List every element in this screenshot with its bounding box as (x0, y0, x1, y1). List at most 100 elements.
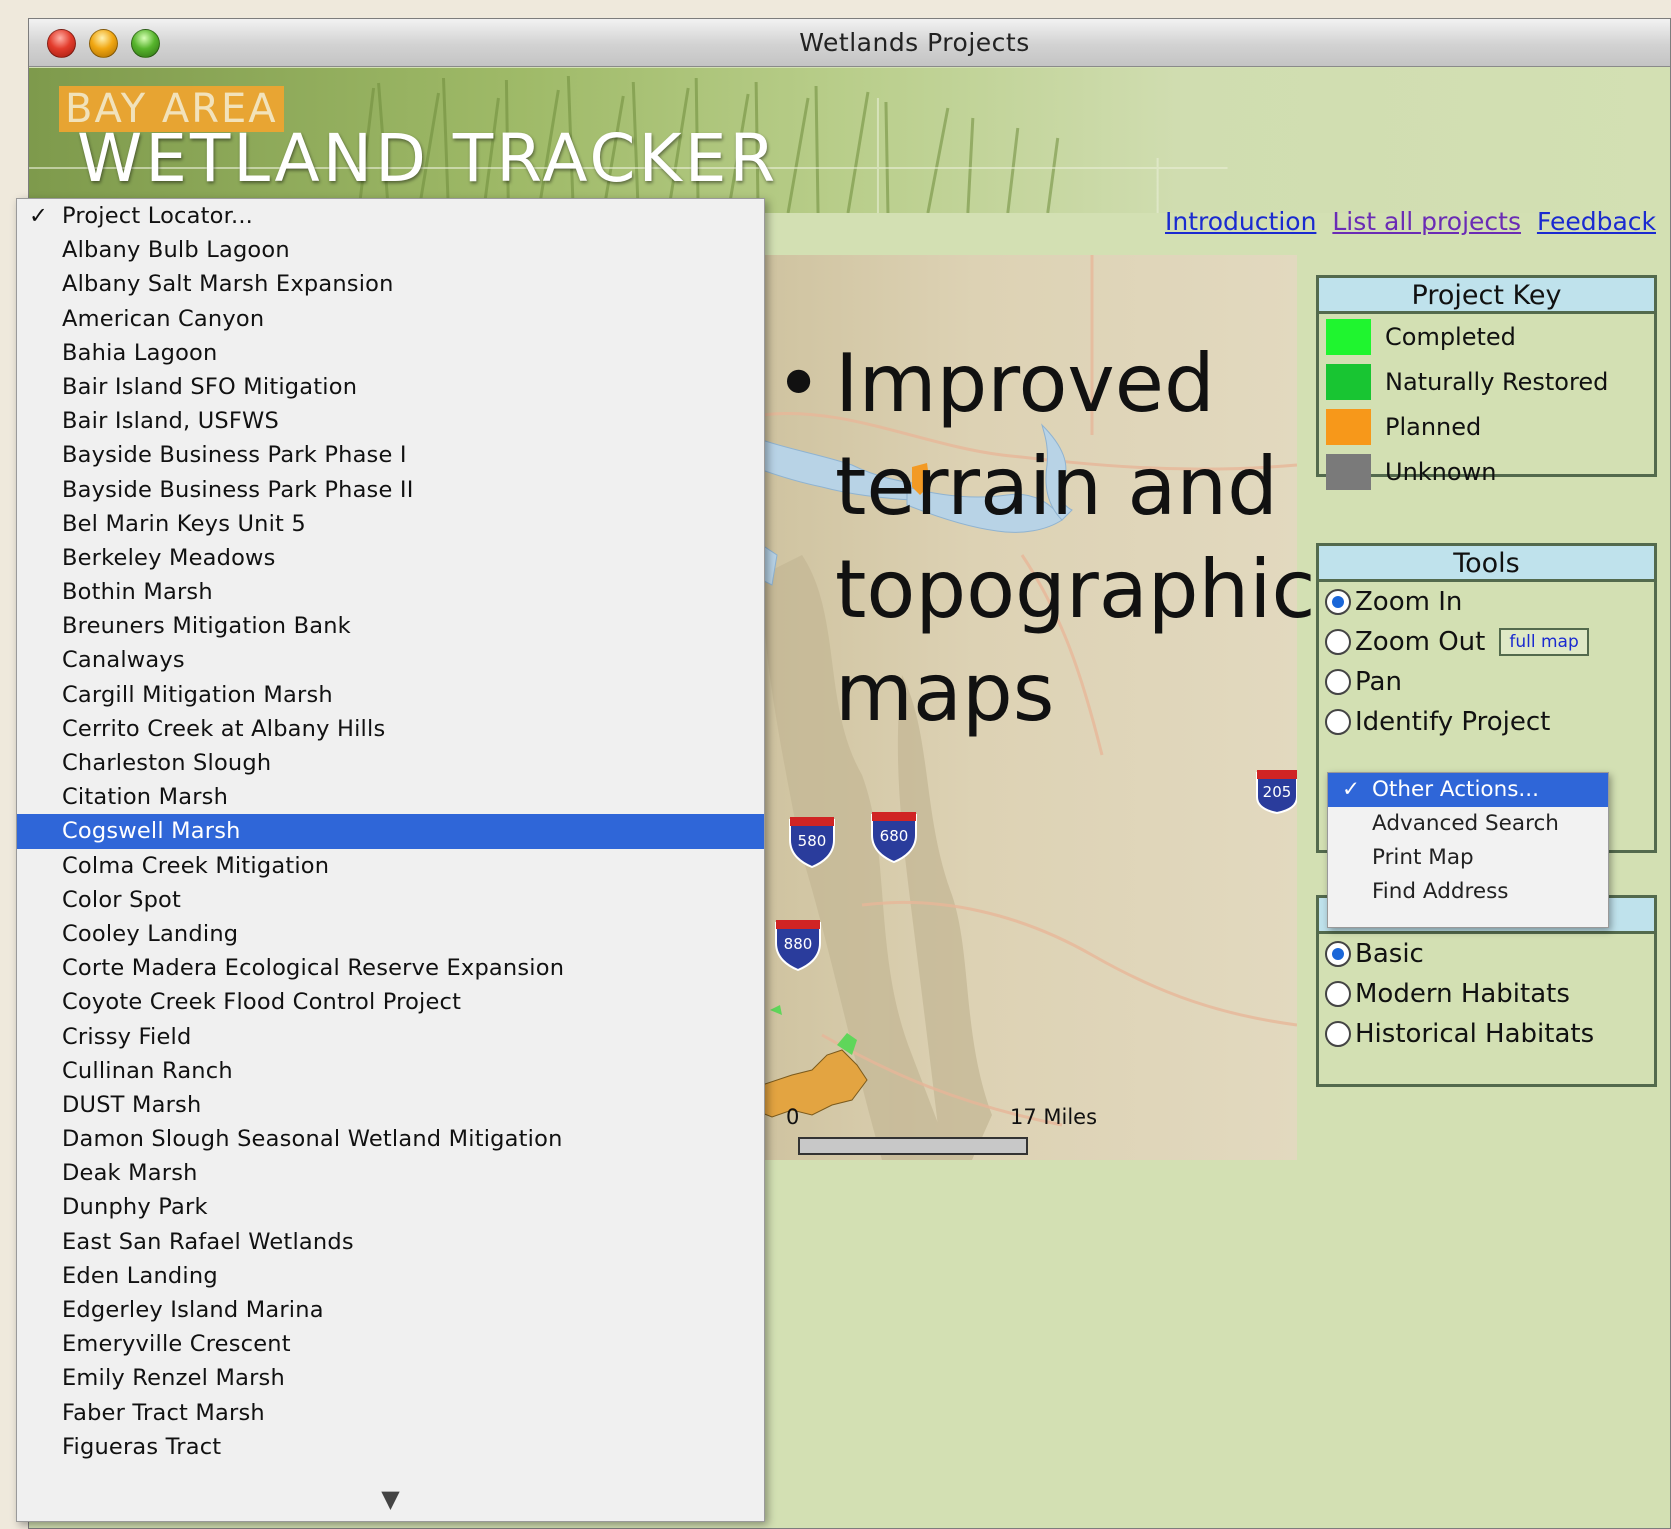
project-option[interactable]: Coyote Creek Flood Control Project (17, 985, 764, 1019)
project-option[interactable]: Charleston Slough (17, 746, 764, 780)
project-option[interactable]: Bair Island SFO Mitigation (17, 370, 764, 404)
project-option[interactable]: Breuners Mitigation Bank (17, 609, 764, 643)
swatch-naturally-restored (1326, 363, 1371, 400)
tool-pan[interactable]: Pan (1319, 662, 1654, 702)
project-option-label: Bayside Business Park Phase I (62, 442, 407, 469)
project-option[interactable]: Emeryville Crescent (17, 1327, 764, 1361)
project-option-label: Breuners Mitigation Bank (62, 613, 351, 640)
project-option[interactable]: ✓ Project Locator... (17, 199, 764, 233)
swatch-completed (1326, 318, 1371, 355)
project-option[interactable]: Bayside Business Park Phase I (17, 438, 764, 472)
project-option[interactable]: East San Rafael Wetlands (17, 1225, 764, 1259)
tool-label: Zoom In (1355, 587, 1463, 617)
project-option-label: American Canyon (62, 305, 265, 332)
menu-item-find-address[interactable]: Find Address (1328, 875, 1608, 909)
project-locator-dropdown[interactable]: ✓ Project Locator... Albany Bulb Lagoon Alb… (16, 198, 765, 1522)
project-option[interactable]: Cullinan Ranch (17, 1054, 764, 1088)
project-option-label: Cooley Landing (62, 920, 239, 947)
project-option[interactable]: Emily Renzel Marsh (17, 1361, 764, 1395)
project-option[interactable]: Berkeley Meadows (17, 541, 764, 575)
menu-item-advanced-search[interactable]: Advanced Search (1328, 807, 1608, 841)
project-option[interactable]: Cargill Mitigation Marsh (17, 678, 764, 712)
project-option[interactable]: Faber Tract Marsh (17, 1396, 764, 1430)
project-option-label: Coyote Creek Flood Control Project (62, 989, 462, 1016)
project-option[interactable]: Bayside Business Park Phase II (17, 473, 764, 507)
project-option-label: Cogswell Marsh (62, 818, 241, 845)
project-option[interactable]: Citation Marsh (17, 780, 764, 814)
key-label: Planned (1385, 412, 1482, 441)
project-option[interactable]: Canalways (17, 643, 764, 677)
introduction-link[interactable]: Introduction (1165, 207, 1316, 236)
project-option[interactable]: Bair Island, USFWS (17, 404, 764, 438)
map-type-basic[interactable]: Basic (1319, 934, 1654, 974)
project-option-label: Emily Renzel Marsh (62, 1365, 285, 1392)
project-option[interactable]: Color Spot (17, 883, 764, 917)
tool-zoom-in[interactable]: Zoom In (1319, 582, 1654, 622)
menu-item-label: Advanced Search (1372, 811, 1559, 836)
project-option-label: Colma Creek Mitigation (62, 852, 330, 879)
project-option[interactable]: Damon Slough Seasonal Wetland Mitigation (17, 1122, 764, 1156)
project-option[interactable]: Edgerley Island Marina (17, 1293, 764, 1327)
other-actions-menu[interactable]: ✓ Other Actions... Advanced Search Print… (1327, 772, 1609, 928)
tool-identify-project[interactable]: Identify Project (1319, 702, 1654, 742)
project-option[interactable]: Corte Madera Ecological Reserve Expansio… (17, 951, 764, 985)
menu-item-print-map[interactable]: Print Map (1328, 841, 1608, 875)
project-option[interactable]: Colma Creek Mitigation (17, 849, 764, 883)
tool-label: Identify Project (1355, 707, 1551, 737)
project-option-label: Citation Marsh (62, 784, 229, 811)
radio-button[interactable] (1325, 629, 1351, 655)
project-option[interactable]: Crissy Field (17, 1020, 764, 1054)
project-option[interactable]: Cerrito Creek at Albany Hills (17, 712, 764, 746)
radio-button[interactable] (1325, 709, 1351, 735)
check-icon: ✓ (1342, 777, 1361, 802)
radio-button[interactable] (1325, 669, 1351, 695)
full-map-button[interactable]: full map (1499, 628, 1589, 656)
project-option[interactable]: Cooley Landing (17, 917, 764, 951)
menu-item-other-actions[interactable]: ✓ Other Actions... (1328, 773, 1608, 807)
map-type-modern-habitats[interactable]: Modern Habitats (1319, 974, 1654, 1014)
check-icon: ✓ (29, 203, 49, 229)
project-option[interactable]: Albany Salt Marsh Expansion (17, 267, 764, 301)
radio-button[interactable] (1325, 941, 1351, 967)
project-locator-list[interactable]: ✓ Project Locator... Albany Bulb Lagoon Alb… (17, 199, 764, 1464)
project-option-label: Eden Landing (62, 1262, 218, 1289)
project-option[interactable]: Albany Bulb Lagoon (17, 233, 764, 267)
project-option[interactable]: Cogswell Marsh (17, 814, 764, 849)
swatch-planned (1326, 408, 1371, 445)
project-option[interactable]: Bothin Marsh (17, 575, 764, 609)
bullet-text: Improved terrain and topographic maps (835, 337, 1316, 739)
project-option-label: DUST Marsh (62, 1091, 202, 1118)
tool-label: Zoom Out (1355, 627, 1486, 657)
radio-button[interactable] (1325, 981, 1351, 1007)
site-banner: BAY AREA WETLAND TRACKER (29, 68, 1670, 213)
menu-item-label: Other Actions... (1372, 777, 1539, 802)
project-option-label: Dunphy Park (62, 1194, 208, 1221)
shield-label-680: 680 (880, 827, 909, 845)
tool-zoom-out[interactable]: Zoom Out full map (1319, 622, 1654, 662)
list-all-projects-link[interactable]: List all projects (1332, 207, 1521, 236)
map-type-label: Historical Habitats (1355, 1019, 1595, 1049)
project-option[interactable]: Bel Marin Keys Unit 5 (17, 507, 764, 541)
window-title: Wetlands Projects (799, 28, 1030, 57)
map-type-historical-habitats[interactable]: Historical Habitats (1319, 1014, 1654, 1054)
project-option-label: Crissy Field (62, 1023, 192, 1050)
project-option[interactable]: Deak Marsh (17, 1156, 764, 1190)
bullet-dot: • (775, 337, 823, 430)
radio-button[interactable] (1325, 589, 1351, 615)
key-row-planned: Planned (1319, 404, 1654, 449)
scale-bar (798, 1137, 1028, 1155)
project-option[interactable]: Figueras Tract (17, 1430, 764, 1464)
radio-button[interactable] (1325, 1021, 1351, 1047)
project-option[interactable]: American Canyon (17, 302, 764, 336)
scale-end-label: 17 Miles (1010, 1105, 1098, 1129)
project-option[interactable]: Bahia Lagoon (17, 336, 764, 370)
project-option[interactable]: Eden Landing (17, 1259, 764, 1293)
feedback-link[interactable]: Feedback (1537, 207, 1656, 236)
project-option[interactable]: DUST Marsh (17, 1088, 764, 1122)
tool-label: Pan (1355, 667, 1402, 697)
project-option-label: Cargill Mitigation Marsh (62, 681, 333, 708)
project-option[interactable]: Dunphy Park (17, 1190, 764, 1224)
title-bar[interactable]: Wetlands Projects (29, 19, 1670, 67)
scroll-down-arrow-icon[interactable]: ▼ (17, 1481, 764, 1517)
project-option-label: Bair Island SFO Mitigation (62, 373, 358, 400)
